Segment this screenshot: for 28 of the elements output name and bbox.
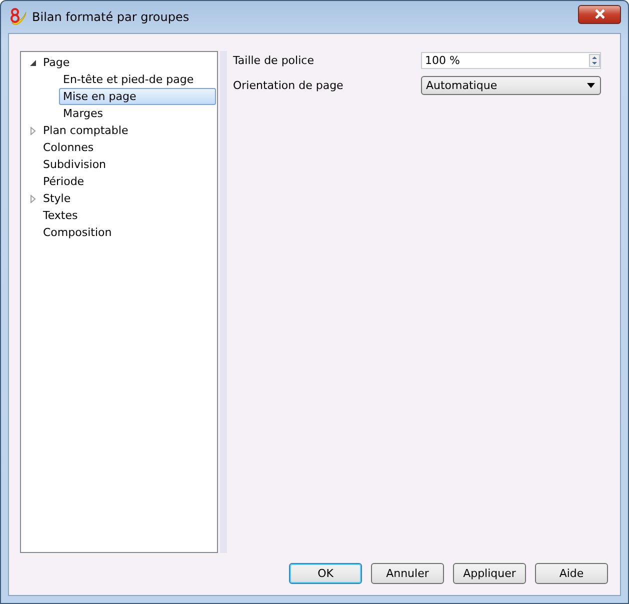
setting-label: Taille de police xyxy=(233,54,315,67)
close-icon xyxy=(594,9,606,19)
expand-triangle-icon[interactable] xyxy=(29,194,37,202)
tree-item[interactable]: Mise en page xyxy=(59,88,216,105)
close-button[interactable] xyxy=(578,4,621,24)
tree-item[interactable]: Plan comptable xyxy=(39,122,132,139)
collapse-triangle-icon[interactable] xyxy=(29,58,37,66)
spin-arrows-icon xyxy=(589,54,600,67)
dialog-button[interactable]: Appliquer xyxy=(453,563,526,584)
tree-item[interactable]: Style xyxy=(39,190,75,207)
font-size-spinbox[interactable]: 100 % xyxy=(421,52,601,69)
tree-item[interactable]: En-tête et pied-de page xyxy=(59,71,198,88)
tree-item[interactable]: Textes xyxy=(39,207,82,224)
tree-item[interactable]: Composition xyxy=(39,224,116,241)
window-title: Bilan formaté par groupes xyxy=(32,10,190,24)
tree-item[interactable]: Période xyxy=(39,173,88,190)
dropdown-arrow-icon xyxy=(587,83,595,88)
app-logo-icon xyxy=(8,7,28,27)
expand-triangle-icon[interactable] xyxy=(29,126,37,134)
tree-item[interactable]: Marges xyxy=(59,105,108,122)
dialog-button[interactable]: Aide xyxy=(535,563,608,584)
tree-item[interactable]: Subdivision xyxy=(39,156,110,173)
tree-item[interactable]: Colonnes xyxy=(39,139,98,156)
orientation-dropdown[interactable]: Automatique xyxy=(421,76,601,95)
dialog-button[interactable]: OK xyxy=(289,563,362,584)
setting-label: Orientation de page xyxy=(233,79,344,92)
dialog-button[interactable]: Annuler xyxy=(371,563,444,584)
tree-item[interactable]: Page xyxy=(39,54,74,71)
